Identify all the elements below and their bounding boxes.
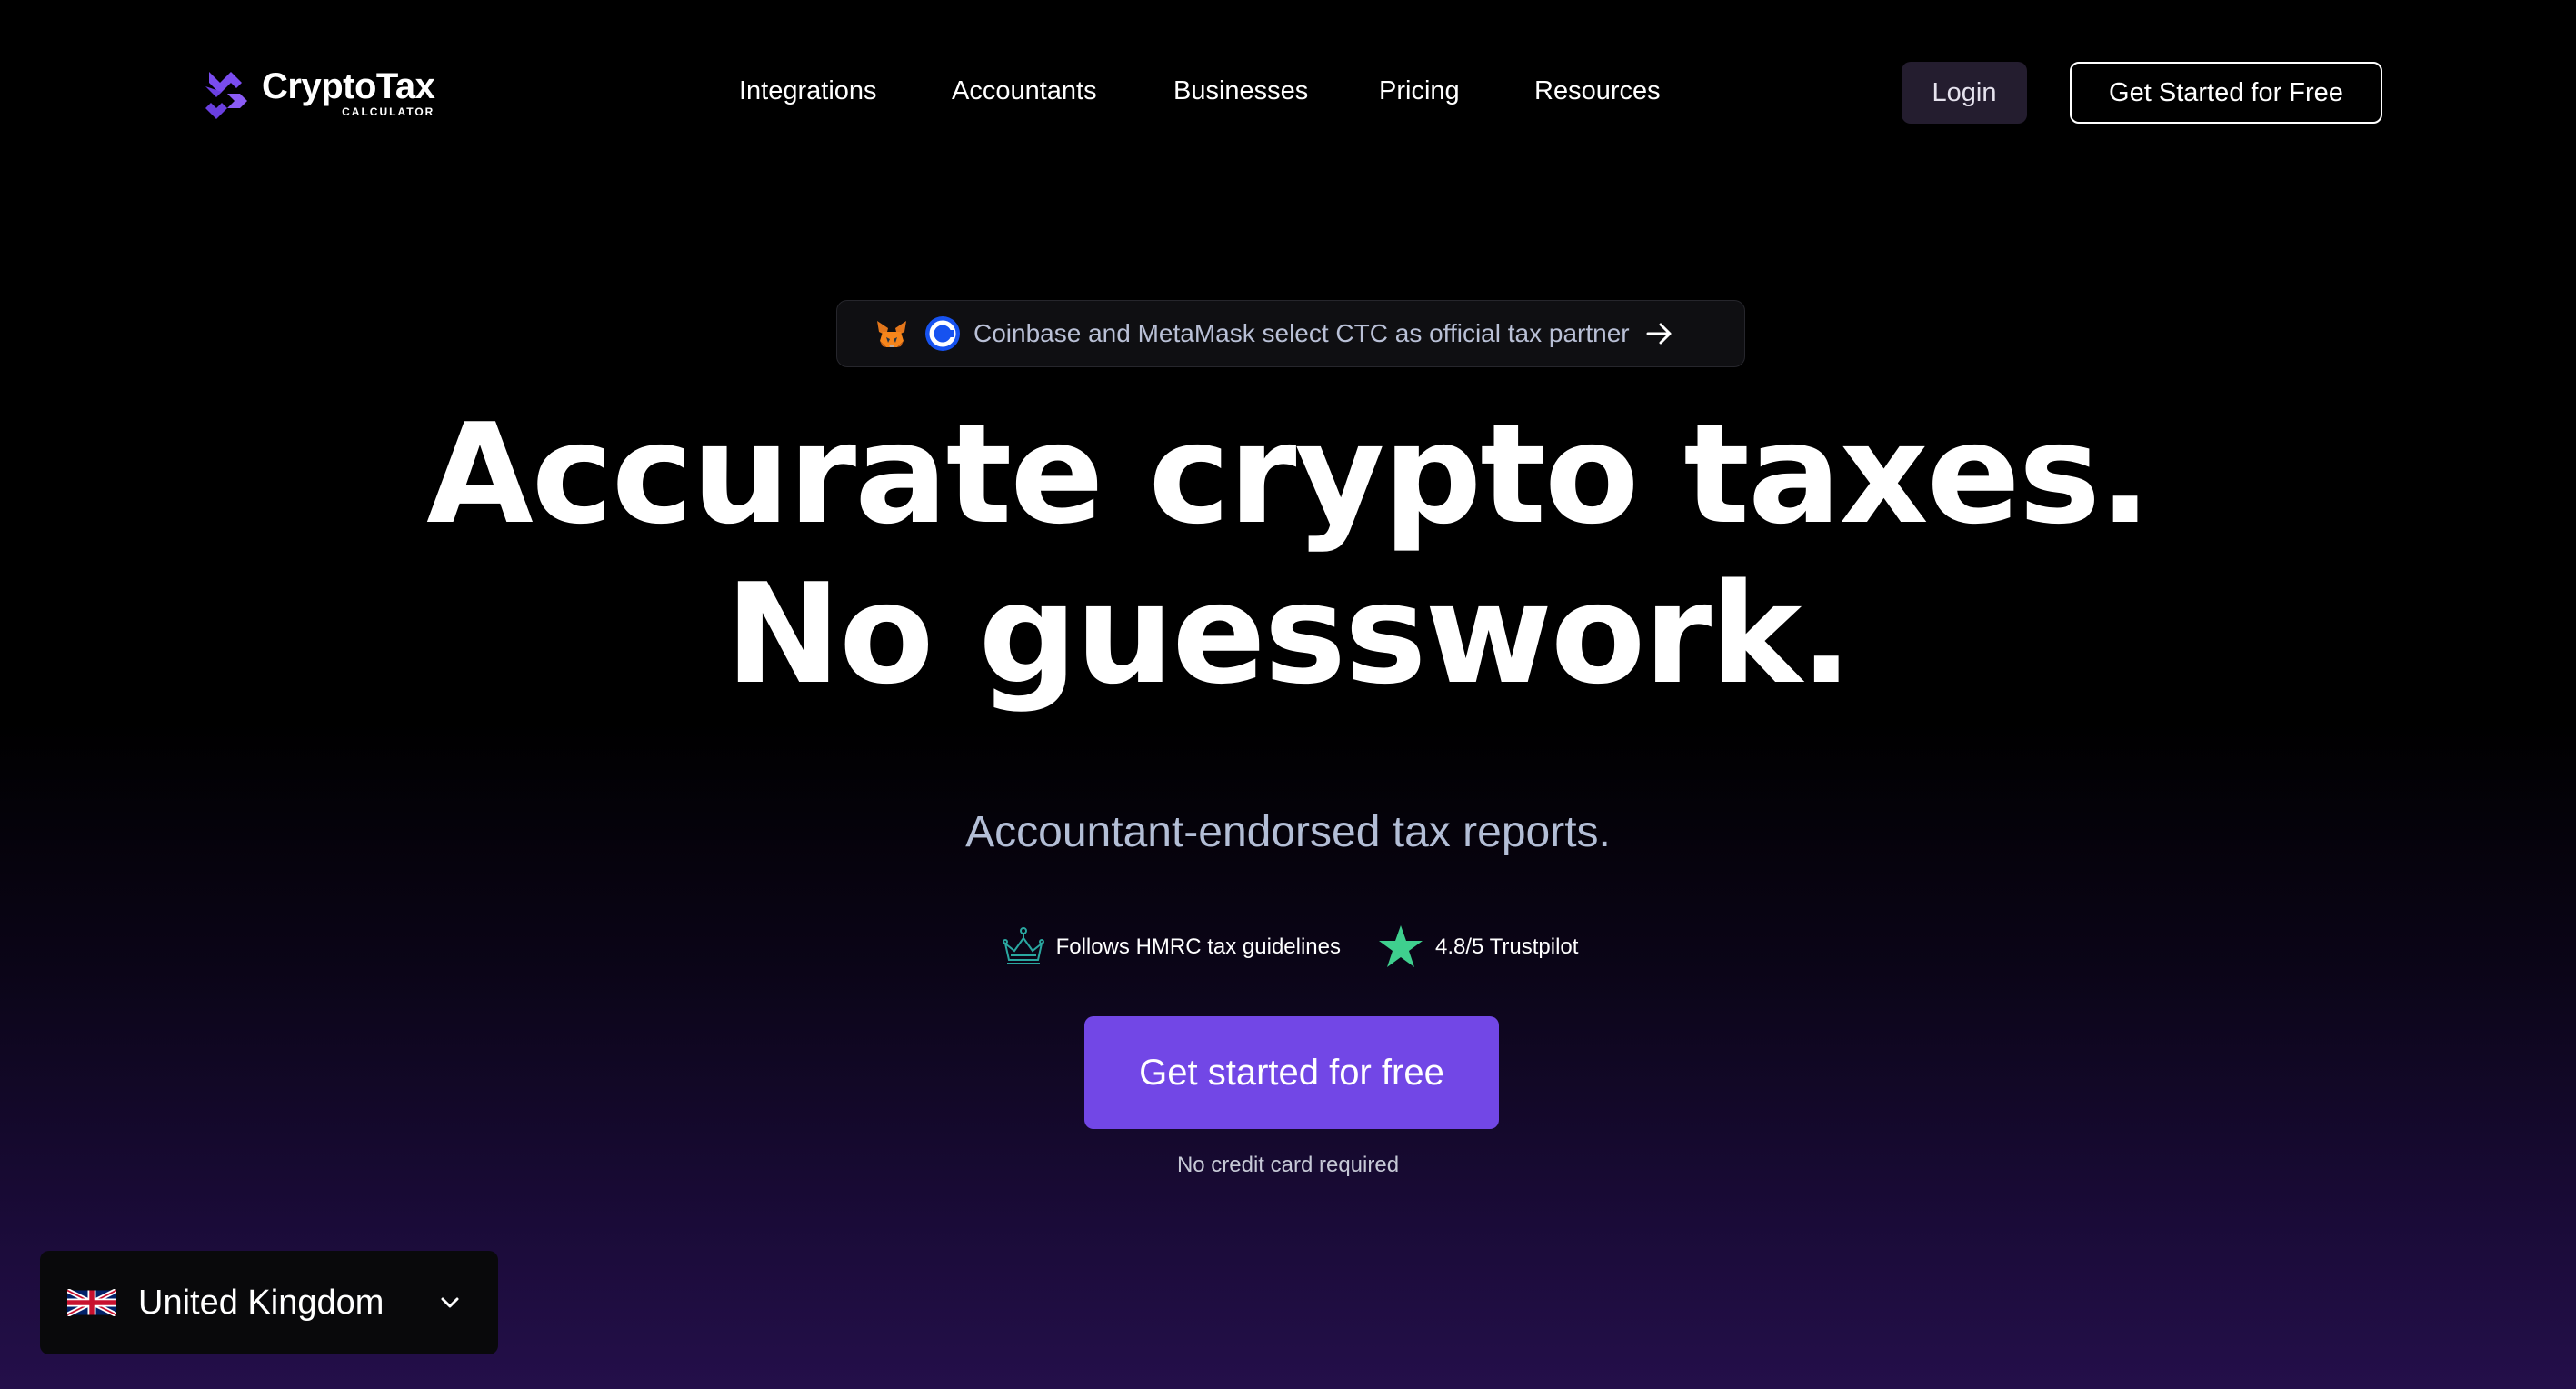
nav-item-accountants[interactable]: Accountants [952,76,1097,106]
hero-headline-line-2: No guesswork. [724,554,1852,714]
trustpilot-badge-text: 4.8/5 Trustpilot [1435,934,1579,959]
logo-subtitle: CALCULATOR [342,105,435,118]
announcement-banner[interactable]: Coinbase and MetaMask select CTC as offi… [836,300,1745,367]
crown-icon [1002,927,1044,964]
nav-item-pricing[interactable]: Pricing [1379,76,1460,106]
trust-badges: Follows HMRC tax guidelines 4.8/5 Trustp… [0,922,2576,973]
page: CryptoTax CALCULATOR Integrations Accoun… [0,0,2576,1389]
nav-item-resources[interactable]: Resources [1534,76,1661,106]
star-icon [1379,925,1423,967]
announcement-text: Coinbase and MetaMask select CTC as offi… [973,319,1630,347]
get-started-cta-button[interactable]: Get started for free [1084,1016,1499,1129]
hmrc-badge: Follows HMRC tax guidelines [998,922,1341,973]
hero-subheadline: Accountant-endorsed tax reports. [965,808,1611,856]
region-selector[interactable]: United Kingdom [40,1251,498,1354]
coinbase-icon [925,316,960,351]
hero-headline-line-1: Accurate crypto taxes. [426,394,2152,555]
get-started-header-button[interactable]: Get Started for Free [2070,62,2382,124]
uk-flag-icon [67,1289,116,1316]
nav-item-businesses[interactable]: Businesses [1173,76,1308,106]
logo-name: CryptoTax [262,66,435,106]
arrow-right-icon [1646,323,1672,345]
region-label: United Kingdom [138,1283,384,1322]
cta-note: No credit card required [1176,1153,1400,1177]
nav-item-integrations[interactable]: Integrations [739,76,877,106]
trustpilot-badge: 4.8/5 Trustpilot [1377,924,1578,971]
cryptotax-logo-icon [205,72,247,119]
metamask-fox-icon [877,321,906,347]
logo[interactable]: CryptoTax CALCULATOR [200,65,435,120]
login-button[interactable]: Login [1902,62,2027,124]
hmrc-badge-text: Follows HMRC tax guidelines [1055,934,1342,959]
chevron-down-icon [441,1297,459,1308]
